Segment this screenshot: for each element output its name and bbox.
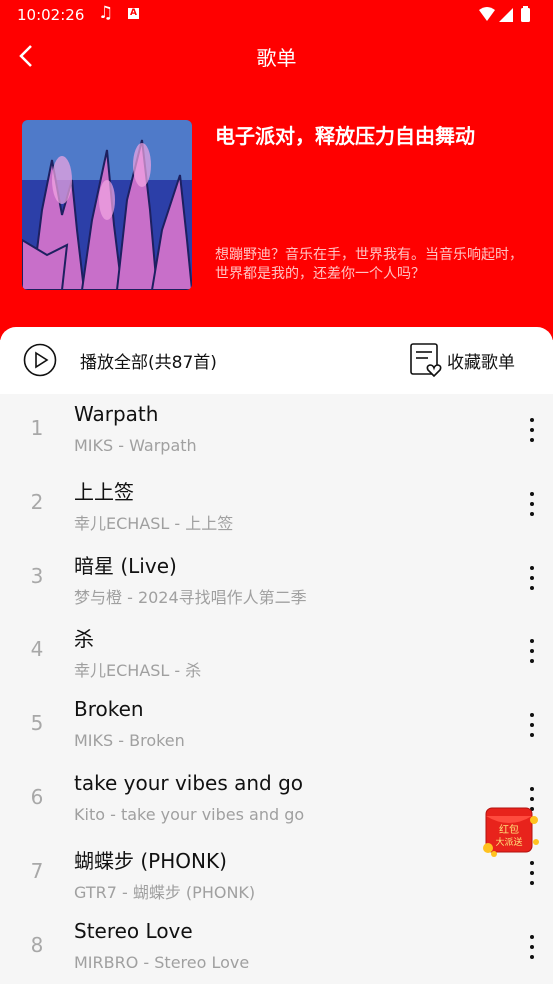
more-options-icon[interactable] <box>518 637 546 665</box>
svg-text:红包: 红包 <box>499 823 519 836</box>
song-subtitle: 幸儿ECHASL - 杀 <box>74 661 202 681</box>
more-options-icon[interactable] <box>518 490 546 518</box>
song-subtitle: GTR7 - 蝴蝶步 (PHONK) <box>74 882 256 902</box>
song-row[interactable]: 5 Broken MIKS - Broken <box>0 689 553 763</box>
song-index: 5 <box>30 711 44 736</box>
song-row[interactable]: 7 蝴蝶步 (PHONK) GTR7 - 蝴蝶步 (PHONK) <box>0 837 553 911</box>
status-time: 10:02:26 <box>17 6 85 24</box>
battery-icon <box>521 8 530 22</box>
wifi-icon <box>479 6 530 22</box>
song-row[interactable]: 4 杀 幸儿ECHASL - 杀 <box>0 615 553 689</box>
song-index: 8 <box>30 932 44 957</box>
song-title: Warpath <box>74 402 159 426</box>
song-row[interactable]: 8 Stereo Love MIRBRO - Stereo Love <box>0 911 553 984</box>
song-title: 蝴蝶步 (PHONK) <box>74 848 227 873</box>
more-options-icon[interactable] <box>518 416 546 444</box>
song-title: 上上签 <box>74 479 134 504</box>
song-subtitle: MIKS - Warpath <box>74 436 197 455</box>
status-icons <box>477 6 539 28</box>
signal-icon <box>499 8 513 22</box>
playlist-cover-image[interactable] <box>22 120 192 290</box>
song-list: 1 Warpath MIKS - Warpath 2 上上签 幸儿ECHASL … <box>0 394 553 984</box>
song-row[interactable]: 6 take your vibes and go Kito - take you… <box>0 763 553 837</box>
play-all-label[interactable]: 播放全部(共87首) <box>80 348 217 373</box>
song-subtitle: Kito - take your vibes and go <box>74 804 305 824</box>
song-index: 1 <box>30 416 44 440</box>
song-row[interactable]: 3 暗星 (Live) 梦与橙 - 2024寻找唱作人第二季 <box>0 542 553 616</box>
song-title: 杀 <box>74 627 94 652</box>
song-subtitle: MIRBRO - Stereo Love <box>74 952 250 972</box>
song-row[interactable]: 1 Warpath MIKS - Warpath <box>0 394 553 468</box>
song-subtitle: 幸儿ECHASL - 上上签 <box>74 513 234 533</box>
more-options-icon[interactable] <box>518 711 546 739</box>
more-options-icon[interactable] <box>518 933 546 961</box>
song-index: 7 <box>30 858 44 883</box>
svg-text:大派送: 大派送 <box>495 836 522 848</box>
status-bar: 10:02:26 ♫ A <box>0 0 553 30</box>
song-subtitle: 梦与橙 - 2024寻找唱作人第二季 <box>74 587 307 607</box>
page-title: 歌单 <box>256 46 297 70</box>
playlist-description[interactable]: 想蹦野迪？音乐在手，世界我有。当音乐响起时，世界都是我的，还差你一个人吗？ <box>215 246 533 284</box>
a-badge-icon: A <box>128 8 139 19</box>
more-options-icon[interactable] <box>518 859 546 887</box>
collect-playlist-icon[interactable] <box>408 342 444 378</box>
song-index: 2 <box>30 489 44 514</box>
song-index: 4 <box>30 637 44 662</box>
playlist-header: 10:02:26 ♫ A 歌单 电子派对，释放压力自由舞动 想蹦野迪？音乐在手，… <box>0 0 553 340</box>
song-index: 3 <box>30 563 44 588</box>
song-title: 暗星 (Live) <box>74 553 177 578</box>
song-row[interactable]: 2 上上签 幸儿ECHASL - 上上签 <box>0 468 553 542</box>
song-index: 6 <box>30 784 44 809</box>
play-circle-icon <box>23 343 57 377</box>
playlist-name: 电子派对，释放压力自由舞动 <box>215 124 475 148</box>
collect-playlist-label[interactable]: 收藏歌单 <box>447 348 515 373</box>
red-packet-floating-button[interactable]: 红包 大派送 <box>480 802 542 860</box>
more-options-icon[interactable] <box>518 564 546 592</box>
song-title: Stereo Love <box>74 918 193 943</box>
music-note-icon: ♫ <box>98 3 114 23</box>
play-all-button[interactable] <box>23 343 57 377</box>
red-packet-icon: 红包 大派送 <box>483 807 539 857</box>
song-title: Broken <box>74 697 144 722</box>
song-subtitle: MIKS - Broken <box>74 731 185 751</box>
song-title: take your vibes and go <box>74 770 304 795</box>
